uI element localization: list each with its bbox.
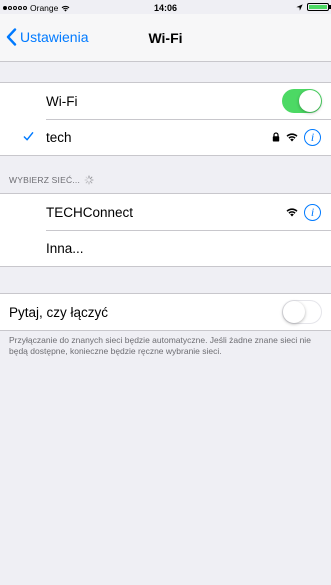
wifi-signal-icon: [286, 133, 298, 142]
network-row[interactable]: TECHConnect i: [0, 194, 331, 230]
choose-network-header: WYBIERZ SIEĆ...: [9, 175, 94, 185]
wifi-label: Wi-Fi: [46, 93, 78, 109]
ask-to-join-row: Pytaj, czy łączyć: [0, 294, 331, 330]
navigation-bar: Ustawienia Wi-Fi: [0, 14, 331, 62]
loading-spinner-icon: [84, 175, 94, 185]
other-network-row[interactable]: Inna...: [0, 230, 331, 266]
ask-to-join-toggle[interactable]: [282, 300, 322, 324]
wifi-signal-icon: [286, 208, 298, 217]
ask-to-join-group: Pytaj, czy łączyć: [0, 293, 331, 331]
wifi-toggle[interactable]: [282, 89, 322, 113]
status-bar: Orange 14:06: [0, 0, 331, 14]
network-name: TECHConnect: [46, 204, 134, 220]
status-bar-right: [296, 3, 331, 11]
battery-icon: [307, 3, 329, 11]
choose-network-label: WYBIERZ SIEĆ...: [9, 175, 81, 185]
status-time: 14:06: [153, 3, 178, 13]
ask-to-join-label: Pytaj, czy łączyć: [9, 304, 109, 320]
checkmark-icon: [23, 132, 34, 141]
ask-to-join-footer: Przyłączanie do znanych sieci będzie aut…: [9, 335, 311, 356]
location-arrow-icon: [296, 3, 303, 11]
info-icon[interactable]: i: [304, 128, 321, 146]
wifi-group: Wi-Fi tech i: [0, 82, 331, 156]
networks-group: TECHConnect i Inna...: [0, 193, 331, 267]
connected-network-row[interactable]: tech i: [0, 119, 331, 155]
connected-network-name: tech: [46, 129, 72, 145]
other-network-label: Inna...: [46, 240, 84, 256]
info-icon[interactable]: i: [304, 203, 321, 221]
lock-icon: [272, 132, 280, 142]
wifi-toggle-row: Wi-Fi: [0, 83, 331, 119]
page-title: Wi-Fi: [148, 30, 183, 46]
